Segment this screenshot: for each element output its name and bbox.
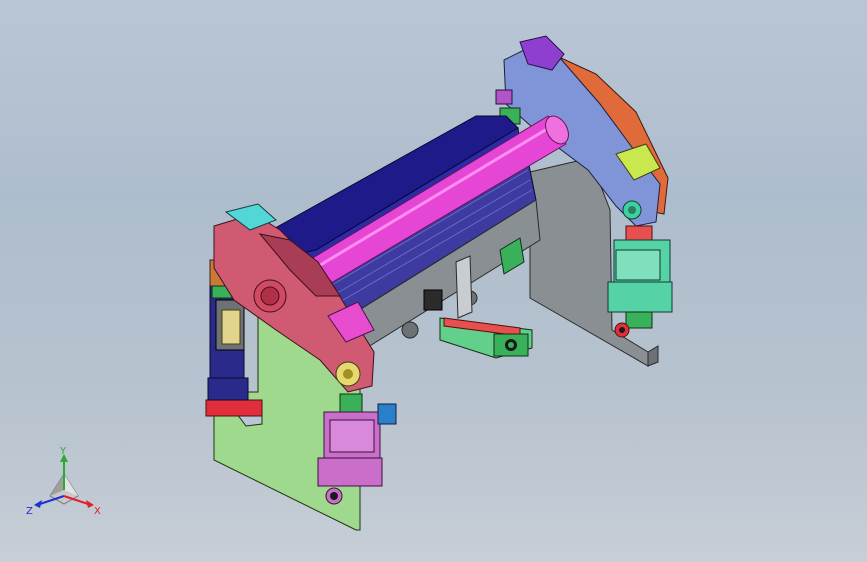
assembly-model[interactable]: [0, 0, 867, 562]
x-axis-label: X: [94, 506, 101, 517]
graphics-viewport[interactable]: Y X Z: [0, 0, 867, 562]
coordinate-triad[interactable]: Y X Z: [22, 446, 108, 524]
right-cylinder[interactable]: [607, 225, 673, 338]
left-cylinder-port[interactable]: [377, 403, 397, 425]
y-axis-label: Y: [59, 446, 67, 457]
z-axis-label: Z: [26, 506, 33, 517]
